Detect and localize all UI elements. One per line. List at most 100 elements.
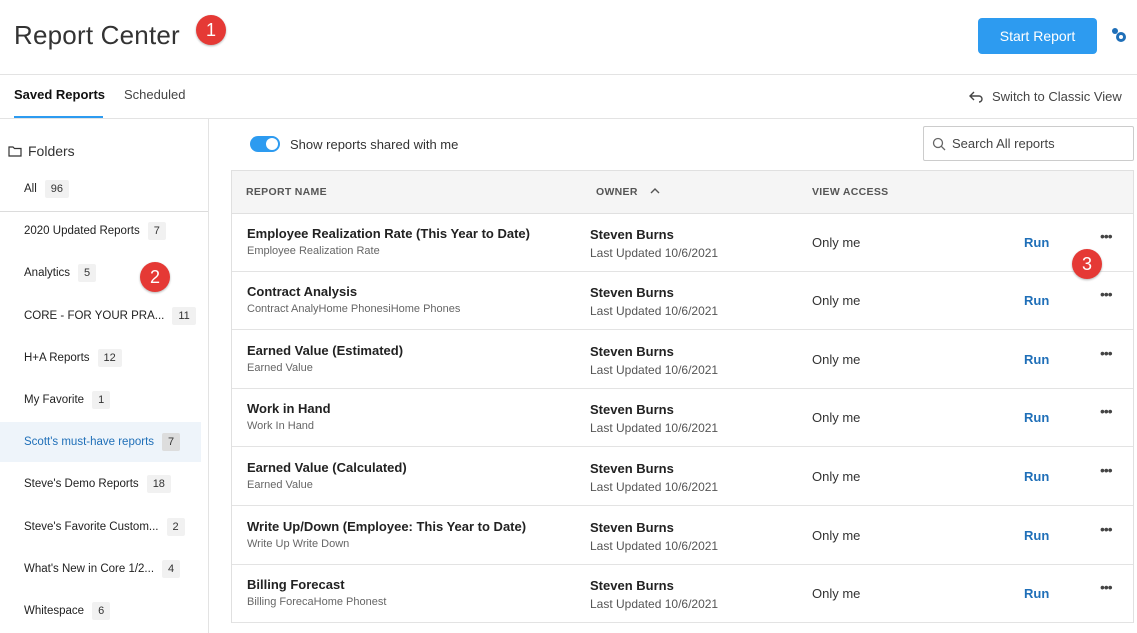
folder-label: 2020 Updated Reports <box>24 225 140 237</box>
report-name[interactable]: Earned Value (Estimated) <box>247 343 403 358</box>
folder-count: 7 <box>147 222 166 240</box>
more-icon[interactable]: ••• <box>1100 228 1113 244</box>
table-row[interactable]: Work in Hand Work In Hand Steven Burns Last… <box>232 389 1133 447</box>
run-button[interactable]: Run <box>1024 469 1049 484</box>
table-row[interactable]: Contract Analysis Contract AnalyHome Phon… <box>232 272 1133 330</box>
report-owner: Steven Burns <box>590 285 674 300</box>
run-button[interactable]: Run <box>1024 235 1049 250</box>
folder-item[interactable]: 2020 Updated Reports 7 <box>0 211 201 251</box>
folder-label: Analytics <box>24 267 71 279</box>
report-view-access: Only me <box>812 410 861 425</box>
report-view-access: Only me <box>812 528 861 543</box>
folder-item[interactable]: Analytics 5 <box>0 253 201 293</box>
tab-bar: Saved Reports Scheduled Switch to Classi… <box>0 75 1137 119</box>
report-name[interactable]: Earned Value (Calculated) <box>247 460 407 475</box>
run-button[interactable]: Run <box>1024 528 1049 543</box>
folder-label: CORE - FOR YOUR PRA... <box>24 310 165 322</box>
run-button[interactable]: Run <box>1024 293 1049 308</box>
back-arrow-icon <box>969 91 983 103</box>
more-icon[interactable]: ••• <box>1100 403 1113 419</box>
folder-item[interactable]: H+A Reports 12 <box>0 338 201 378</box>
report-updated: Last Updated 10/6/2021 <box>590 597 719 611</box>
folders-sidebar: Folders All 96 2020 Updated Reports 7 Anal… <box>0 119 209 633</box>
folder-count: 6 <box>92 602 111 620</box>
folder-label: Whitespace <box>24 605 85 617</box>
start-report-button[interactable]: Start Report <box>978 18 1097 54</box>
more-icon[interactable]: ••• <box>1100 286 1113 302</box>
callout-badge-3: 3 <box>1072 249 1102 279</box>
table-row[interactable]: Earned Value (Calculated) Earned Value Ste… <box>232 448 1133 506</box>
callout-badge-1: 1 <box>196 15 226 45</box>
run-button[interactable]: Run <box>1024 586 1049 601</box>
header-report-name[interactable]: REPORT NAME <box>246 186 327 198</box>
more-icon[interactable]: ••• <box>1100 345 1113 361</box>
table-row[interactable]: Earned Value (Estimated) Earned Value Stev… <box>232 331 1133 389</box>
report-subtitle: Work In Hand <box>247 420 315 432</box>
folder-label: Scott's must-have reports <box>24 436 155 448</box>
report-updated: Last Updated 10/6/2021 <box>590 539 719 553</box>
report-subtitle: Write Up Write Down <box>247 538 350 550</box>
folder-item[interactable]: Scott's must-have reports 7 <box>0 422 201 462</box>
gear-icon[interactable] <box>1110 26 1130 46</box>
folder-count: 2 <box>166 518 185 536</box>
more-icon[interactable]: ••• <box>1100 521 1113 537</box>
report-name[interactable]: Work in Hand <box>247 401 331 416</box>
folder-count: 18 <box>146 475 171 493</box>
folder-item[interactable]: My Favorite 1 <box>0 380 201 420</box>
tab-scheduled[interactable]: Scheduled <box>124 87 185 102</box>
more-icon[interactable]: ••• <box>1100 579 1113 595</box>
report-owner: Steven Burns <box>590 578 674 593</box>
report-updated: Last Updated 10/6/2021 <box>590 421 719 435</box>
callout-badge-2: 2 <box>140 262 170 292</box>
report-view-access: Only me <box>812 469 861 484</box>
report-name[interactable]: Employee Realization Rate (This Year to … <box>247 226 530 241</box>
report-name[interactable]: Billing Forecast <box>247 577 345 592</box>
switch-classic-view-link[interactable]: Switch to Classic View <box>968 89 1122 104</box>
report-view-access: Only me <box>812 586 861 601</box>
search-input[interactable] <box>952 136 1122 151</box>
sort-up-icon[interactable] <box>649 186 661 196</box>
folder-item[interactable]: What's New in Core 1/2... 4 <box>0 549 201 589</box>
folders-label: Folders <box>28 143 75 159</box>
folder-item[interactable]: Steve's Favorite Custom... 2 <box>0 507 201 547</box>
switch-classic-view-label: Switch to Classic View <box>992 89 1122 104</box>
folder-item[interactable]: Steve's Demo Reports 18 <box>0 464 201 504</box>
table-row[interactable]: Billing Forecast Billing ForecaHome Phone… <box>232 565 1133 623</box>
report-subtitle: Employee Realization Rate <box>247 245 380 257</box>
page-title: Report Center <box>14 20 180 50</box>
page-header: Report Center 1 Start Report <box>0 0 1137 75</box>
report-updated: Last Updated 10/6/2021 <box>590 246 719 260</box>
folder-count: 7 <box>162 433 181 451</box>
folder-count: 5 <box>78 264 97 282</box>
folder-label: My Favorite <box>24 394 85 406</box>
active-tab-indicator <box>14 116 103 118</box>
folder-count: 1 <box>92 391 111 409</box>
header-owner[interactable]: OWNER <box>596 186 638 198</box>
reports-table: REPORT NAME OWNER VIEW ACCESS Employee R… <box>231 170 1134 623</box>
report-subtitle: Earned Value <box>247 362 313 374</box>
report-updated: Last Updated 10/6/2021 <box>590 363 719 377</box>
report-name[interactable]: Write Up/Down (Employee: This Year to Da… <box>247 519 526 534</box>
folder-label: All <box>24 183 37 195</box>
tab-saved-reports[interactable]: Saved Reports <box>14 87 105 102</box>
table-row[interactable]: Write Up/Down (Employee: This Year to Da… <box>232 507 1133 565</box>
table-row[interactable]: Employee Realization Rate (This Year to … <box>232 214 1133 272</box>
header-view-access[interactable]: VIEW ACCESS <box>812 186 888 198</box>
folder-all[interactable]: All 96 <box>0 169 201 209</box>
report-view-access: Only me <box>812 352 861 367</box>
report-updated: Last Updated 10/6/2021 <box>590 304 719 318</box>
folder-item[interactable]: Whitespace 6 <box>0 591 201 631</box>
run-button[interactable]: Run <box>1024 410 1049 425</box>
more-icon[interactable]: ••• <box>1100 462 1113 478</box>
report-owner: Steven Burns <box>590 461 674 476</box>
report-view-access: Only me <box>812 293 861 308</box>
search-box[interactable] <box>923 126 1134 161</box>
shared-reports-toggle[interactable] <box>250 136 280 152</box>
folder-count: 12 <box>97 349 122 367</box>
report-name[interactable]: Contract Analysis <box>247 284 357 299</box>
folder-count: 4 <box>162 560 181 578</box>
folder-count: 96 <box>44 180 70 198</box>
run-button[interactable]: Run <box>1024 352 1049 367</box>
report-owner: Steven Burns <box>590 227 674 242</box>
folder-item[interactable]: CORE - FOR YOUR PRA... 11 <box>0 296 201 336</box>
